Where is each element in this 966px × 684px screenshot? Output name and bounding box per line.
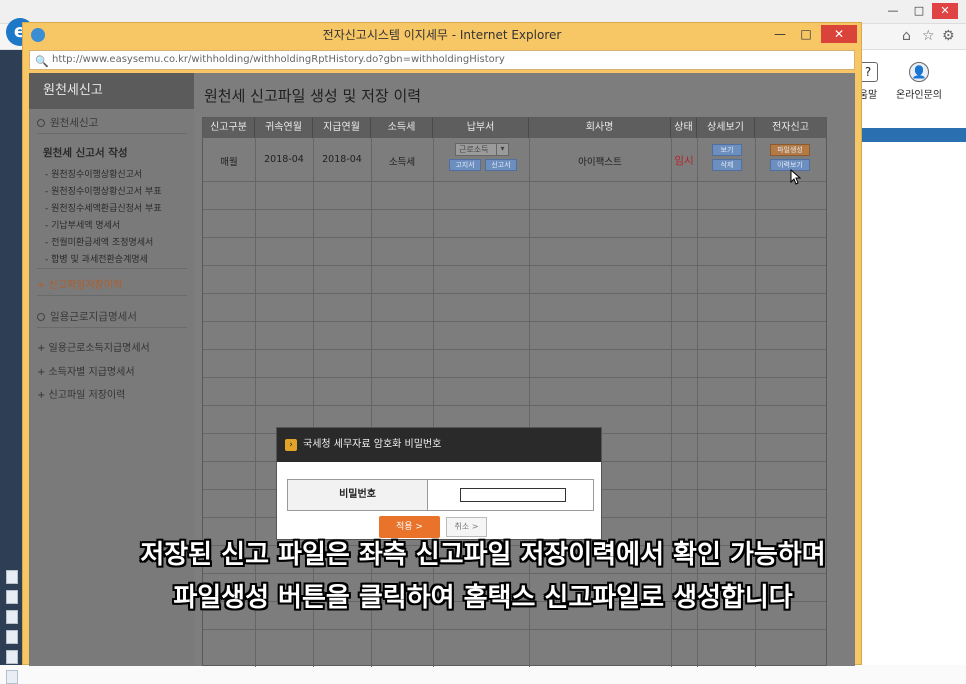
- arrow-right-icon: ›: [285, 439, 297, 451]
- background-left-cell: [6, 670, 18, 684]
- bullet-icon: [37, 313, 45, 321]
- delete-button[interactable]: 삭제: [712, 159, 742, 171]
- online-inquiry-label: 온라인문의: [896, 90, 942, 101]
- grid-line: [203, 629, 826, 630]
- background-left-cell: [6, 650, 18, 664]
- divider: [37, 295, 187, 296]
- grid-line: [203, 209, 826, 210]
- popup-title: 전자신고시스템 이지세무 - Internet Explorer: [322, 28, 562, 42]
- create-file-button[interactable]: 파일생성: [770, 144, 810, 156]
- grid-line: [203, 265, 826, 266]
- sidebar-item-refund-annex[interactable]: - 원천징수세액환급신청서 부표: [29, 201, 194, 214]
- sidebar-item-file-history[interactable]: + 신고파일저장이력: [29, 276, 194, 291]
- background-blue-band: [858, 128, 966, 142]
- subtitle-line-2: 파일생성 버튼을 클릭하여 홈택스 신고파일로 생성합니다: [173, 583, 793, 613]
- close-button[interactable]: ✕: [932, 3, 958, 19]
- background-toolbar: ? 움말 👤 온라인문의: [858, 56, 966, 126]
- divider: [37, 133, 187, 134]
- sidebar-item-report-file-history[interactable]: + 신고파일 저장이력: [29, 386, 194, 401]
- bill-report-button[interactable]: 신고서: [485, 159, 517, 171]
- popup-minimize-button[interactable]: —: [767, 25, 793, 43]
- status-badge: 임시: [674, 155, 694, 167]
- background-left-panel: [0, 50, 24, 684]
- dialog-title: › 국세청 세무자료 암호화 비밀번호: [277, 428, 601, 462]
- background-left-cell: [6, 630, 18, 644]
- column-header: 회사명: [529, 118, 671, 138]
- sidebar-title: 원천세신고: [29, 73, 194, 109]
- column-header: 납부서: [433, 118, 529, 138]
- sidebar-section-withholding[interactable]: 원천세신고: [29, 115, 194, 130]
- sidebar-item-prepaid-tax[interactable]: - 기납부세액 명세서: [29, 218, 194, 231]
- view-button[interactable]: 보기: [712, 144, 742, 156]
- password-form: 비밀번호: [287, 479, 594, 511]
- popup-title-bar: 전자신고시스템 이지세무 - Internet Explorer — □ ✕: [23, 23, 861, 47]
- column-header: 신고구분: [203, 118, 255, 138]
- sidebar-item-withholding-status-annex[interactable]: - 원천징수이행상황신고서 부표: [29, 184, 194, 197]
- password-field[interactable]: [460, 488, 566, 502]
- maximize-button[interactable]: □: [906, 3, 932, 19]
- cell-company: 아이팩스트: [578, 157, 622, 168]
- bill-notice-button[interactable]: 고지서: [449, 159, 481, 171]
- sidebar-item-withholding-report[interactable]: 원천세 신고서 작성: [29, 145, 194, 160]
- grid-line: [203, 321, 826, 322]
- column-header: 지급연월: [313, 118, 371, 138]
- column-header: 전자신고: [755, 118, 826, 138]
- popup-maximize-button[interactable]: □: [793, 25, 819, 43]
- chevron-down-icon: ▾: [496, 143, 508, 156]
- column-header: 귀속연월: [255, 118, 313, 138]
- bullet-icon: [37, 119, 45, 127]
- password-label: 비밀번호: [288, 480, 428, 510]
- divider: [37, 268, 187, 269]
- cell-attribution-month: 2018-04: [264, 154, 304, 165]
- grid-line: [203, 181, 826, 182]
- sidebar-item-daily-income[interactable]: + 일용근로소득지급명세서: [29, 339, 194, 354]
- home-icon[interactable]: ⌂: [902, 28, 911, 44]
- minimize-button[interactable]: —: [880, 3, 906, 19]
- grid-line: [203, 573, 826, 574]
- sidebar-item-income-by-earner[interactable]: + 소득자별 지급명세서: [29, 363, 194, 378]
- column-header: 소득세: [371, 118, 433, 138]
- grid-line: [203, 237, 826, 238]
- column-header: 상세보기: [697, 118, 755, 138]
- settings-gear-icon[interactable]: ⚙: [942, 28, 955, 44]
- ie-icon: [31, 28, 45, 42]
- page-title: 원천세 신고파일 생성 및 저장 이력: [204, 87, 422, 105]
- sidebar-item-unrefunded-adjust[interactable]: - 전월미환급세액 조정명세서: [29, 235, 194, 248]
- favorites-star-icon[interactable]: ☆: [922, 28, 935, 44]
- search-icon: 🔍: [35, 55, 49, 68]
- popup-address-bar[interactable]: 🔍 http://www.easysemu.co.kr/withholding/…: [29, 50, 855, 70]
- grid-line: [203, 349, 826, 350]
- online-inquiry-toolbar-item[interactable]: 👤 온라인문의: [896, 62, 942, 101]
- grid-line: [203, 405, 826, 406]
- sidebar-item-merger[interactable]: - 합병 및 과세전환승계명세: [29, 252, 194, 265]
- background-title-bar: — □ ✕: [0, 0, 966, 24]
- grid-line: [203, 293, 826, 294]
- sidebar-section-daily-worker[interactable]: 일용근로지급명세서: [29, 309, 194, 324]
- sidebar-item-withholding-status[interactable]: - 원천징수이행상황신고서: [29, 167, 194, 180]
- column-header: 상태: [671, 118, 697, 138]
- cell-type: 매월: [220, 157, 238, 168]
- cell-income-tax: 소득세: [388, 157, 416, 168]
- popup-close-button[interactable]: ✕: [821, 25, 857, 43]
- chat-icon: 👤: [909, 62, 929, 82]
- bill-type-select[interactable]: 근로소득 ▾: [455, 143, 509, 156]
- divider: [37, 327, 187, 328]
- grid-line: [203, 377, 826, 378]
- mouse-pointer-icon: [790, 169, 802, 185]
- password-dialog: › 국세청 세무자료 암호화 비밀번호 비밀번호 적용 > 취소 >: [276, 427, 602, 540]
- subtitle-line-1: 저장된 신고 파일은 좌측 신고파일 저장이력에서 확인 가능하며: [140, 540, 826, 570]
- cell-payment-month: 2018-04: [322, 154, 362, 165]
- popup-url: http://www.easysemu.co.kr/withholding/wi…: [52, 54, 505, 65]
